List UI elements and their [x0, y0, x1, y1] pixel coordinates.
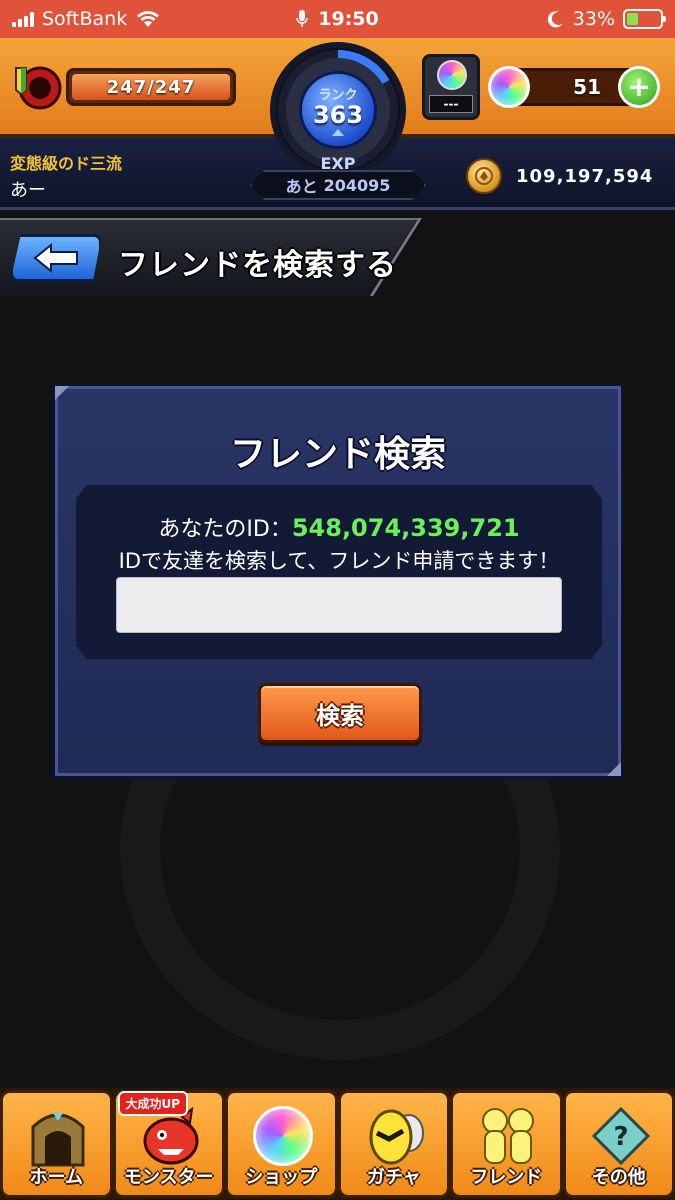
nav-gacha-label: ガチャ — [366, 1167, 421, 1188]
exp-remaining-value: 204095 — [323, 175, 391, 195]
coin-count: 109,197,594 — [516, 166, 654, 187]
friend-icon — [482, 1108, 534, 1164]
player-name: あー — [10, 180, 46, 201]
help-text: IDで友達を検索して、フレンド申請できます！ — [118, 549, 560, 573]
back-button[interactable] — [10, 234, 102, 282]
game-header: 247/247 ランク 363 EXP あと 204095 --- 51 + 変… — [0, 38, 675, 210]
nav-friend[interactable]: フレンド — [450, 1090, 563, 1198]
rank-badge[interactable]: ランク 363 — [299, 71, 377, 149]
nav-other[interactable]: ? その他 — [562, 1090, 675, 1198]
nav-monster-label: モンスター — [123, 1167, 214, 1188]
other-menu-icon: ? — [591, 1106, 650, 1166]
nav-monster[interactable]: 大成功UP モンスター — [112, 1090, 225, 1198]
orb-shop-icon — [250, 1103, 316, 1169]
nav-home[interactable]: ホーム — [0, 1090, 113, 1198]
nav-gacha[interactable]: ガチャ — [337, 1090, 450, 1198]
item-slot[interactable]: --- — [422, 54, 480, 120]
player-title: 変態級のド三流 — [10, 154, 123, 173]
monster-badge: 大成功UP — [117, 1091, 189, 1116]
orb-count: 51 — [573, 75, 601, 99]
my-id-line: あなたのID：548,074,339,721 — [76, 511, 602, 543]
dialog-title: フレンド検索 — [229, 434, 446, 475]
my-id-label: あなたのID： — [158, 517, 292, 542]
friend-id-input[interactable] — [116, 577, 562, 633]
battery-percent: 33% — [572, 8, 615, 30]
buy-orbs-button[interactable]: + — [618, 66, 660, 108]
nav-shop[interactable]: ショップ — [225, 1090, 338, 1198]
nav-friend-label: フレンド — [470, 1167, 543, 1188]
exp-prefix: あと — [285, 177, 318, 196]
friend-search-dialog: フレンド検索 あなたのID：548,074,339,721 IDで友達を検索して… — [55, 386, 621, 776]
back-arrow-icon — [33, 243, 78, 273]
battery-icon — [623, 9, 666, 29]
rank-up-arrow-icon — [332, 129, 344, 136]
moon-icon — [547, 11, 563, 28]
beginner-badge-icon — [15, 66, 62, 110]
status-center: 19:50 — [262, 8, 413, 30]
carrier-label: SoftBank — [42, 8, 128, 30]
plus-icon: + — [627, 70, 651, 103]
stamina-value: 247/247 — [72, 74, 230, 100]
dialog-inner-panel: あなたのID：548,074,339,721 IDで友達を検索して、フレンド申請… — [76, 485, 602, 659]
microphone-icon — [296, 10, 309, 27]
status-bar: SoftBank 19:50 33% — [0, 0, 675, 38]
stamina-bar: 247/247 — [66, 68, 236, 106]
search-button[interactable]: 検索 — [258, 683, 422, 743]
status-left: SoftBank — [12, 8, 262, 30]
gacha-egg-icon — [369, 1109, 424, 1165]
home-gate-icon — [31, 1113, 85, 1167]
nav-other-label: その他 — [591, 1167, 646, 1188]
bottom-nav: ホーム 大成功UP モンスター ショップ ガチャ フレンド ? その他 — [0, 1088, 675, 1200]
nav-home-label: ホーム — [29, 1167, 83, 1188]
exp-remaining-box: あと 204095 — [250, 170, 426, 200]
wifi-icon — [137, 11, 160, 27]
status-right: 33% — [413, 8, 666, 30]
rank-value: 363 — [312, 101, 364, 129]
page-title: フレンドを検索する — [118, 248, 397, 283]
item-slot-text: --- — [429, 95, 473, 113]
my-id-value: 548,074,339,721 — [291, 514, 520, 542]
orb-icon — [488, 66, 530, 108]
clock: 19:50 — [318, 8, 379, 30]
signal-icon — [12, 11, 34, 27]
coin-icon — [466, 158, 502, 194]
svg-text:?: ? — [613, 1122, 628, 1152]
item-orb-icon — [437, 60, 467, 90]
nav-shop-label: ショップ — [245, 1167, 318, 1188]
battery-fill — [627, 13, 638, 25]
